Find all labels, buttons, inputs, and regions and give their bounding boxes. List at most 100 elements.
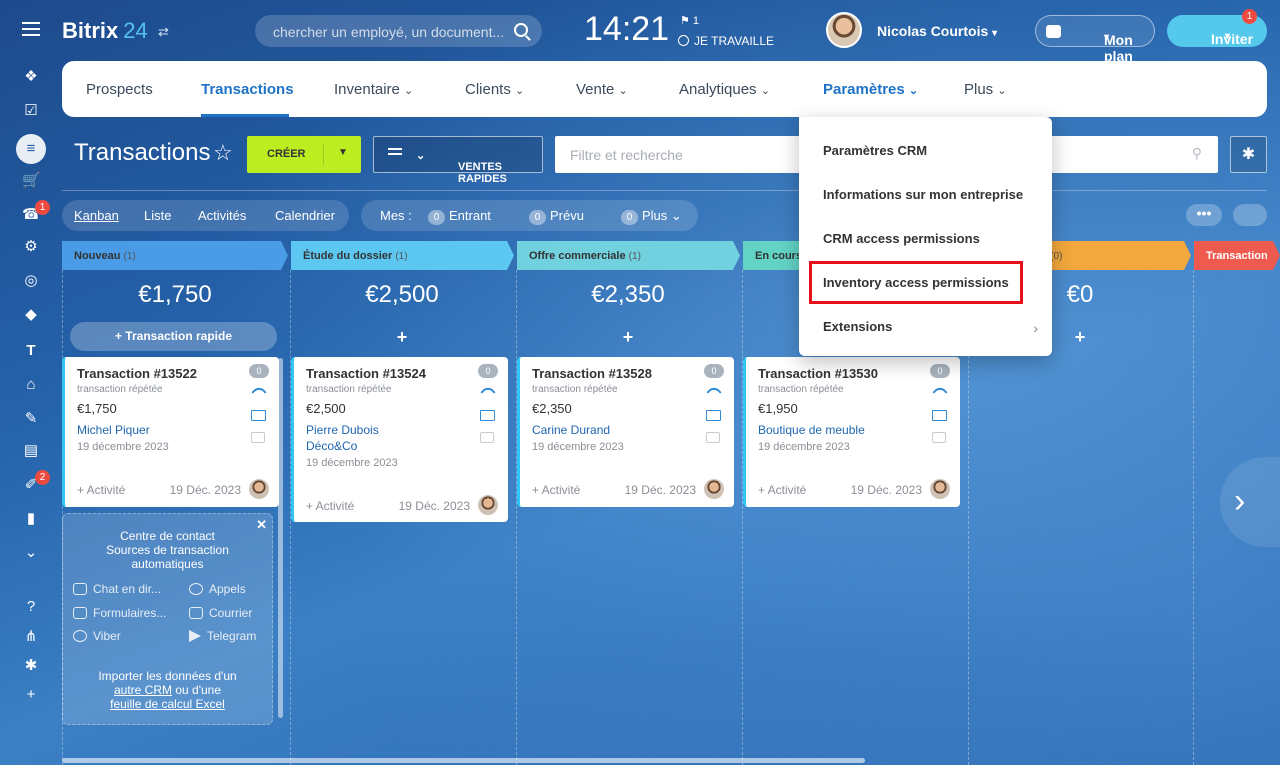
plan-button[interactable]: Mon plan ▾ xyxy=(1035,15,1155,64)
robot-icon[interactable]: ⚙ xyxy=(22,238,40,256)
deal-card[interactable]: Transaction #13528 transaction répétée €… xyxy=(517,357,734,507)
tab-transactions[interactable]: Transactions xyxy=(201,81,294,98)
phone-icon[interactable] xyxy=(931,384,949,402)
add-activity-link[interactable]: + Activité xyxy=(532,483,580,497)
deal-card[interactable]: Transaction #13522 transaction répétée €… xyxy=(62,357,279,507)
viber-channel[interactable]: Viber xyxy=(73,629,121,643)
card-title[interactable]: Transaction #13528 xyxy=(532,366,652,381)
mail-icon[interactable] xyxy=(706,410,721,421)
robot-icon[interactable] xyxy=(1233,204,1267,226)
add-icon[interactable]: + xyxy=(22,686,40,704)
chat-icon[interactable] xyxy=(706,432,720,443)
chevron-down-icon[interactable]: ▼ xyxy=(338,147,348,158)
cart-icon[interactable]: 🛒 xyxy=(22,172,41,190)
menu-item-crm-settings[interactable]: Paramètres CRM xyxy=(823,143,927,158)
create-button[interactable]: CRÉER ▼ xyxy=(247,136,361,173)
card-contact[interactable]: Carine Durand xyxy=(532,422,610,438)
box-icon[interactable]: ◆ xyxy=(22,306,40,324)
calls-channel[interactable]: Appels xyxy=(189,582,246,596)
mail-icon[interactable] xyxy=(480,410,495,421)
card-contact[interactable]: Boutique de meuble xyxy=(758,422,865,438)
more-icon[interactable]: ⌄ xyxy=(22,544,40,562)
tasks-icon[interactable]: ☑ xyxy=(22,102,40,120)
scroll-right-arrow-icon[interactable]: › xyxy=(1220,457,1280,547)
app-logo[interactable]: Bitrix 24 xyxy=(62,18,148,44)
menu-item-extensions[interactable]: Extensions xyxy=(823,319,892,334)
card-contact[interactable]: Michel Piquer xyxy=(77,422,150,438)
phone-icon[interactable] xyxy=(479,384,497,402)
menu-item-inventory-permissions[interactable]: Inventory access permissions xyxy=(823,275,1009,290)
add-activity-link[interactable]: + Activité xyxy=(77,483,125,497)
view-calendrier[interactable]: Calendrier xyxy=(275,208,335,223)
star-icon[interactable]: ☆ xyxy=(213,140,233,166)
tab-parametres[interactable]: Paramètres ⌄ xyxy=(799,61,941,117)
calendar-icon[interactable]: ▤ xyxy=(22,442,40,460)
telegram-channel[interactable]: Telegram xyxy=(189,629,256,643)
responsible-avatar[interactable] xyxy=(478,495,498,515)
tab-plus[interactable]: Plus ⌄ xyxy=(964,81,1007,98)
column-header-nouveau[interactable]: Nouveau (1) xyxy=(62,241,288,270)
card-title[interactable]: Transaction #13522 xyxy=(77,366,197,381)
counter-prevu[interactable]: 0 Prévu xyxy=(529,208,584,225)
phone-icon[interactable] xyxy=(705,384,723,402)
preset-filter-button[interactable]: VENTES RAPIDES ⌄ xyxy=(373,136,543,185)
user-menu[interactable]: Nicolas Courtois ▾ xyxy=(877,23,997,39)
counter-plus[interactable]: 0 Plus ⌄ xyxy=(621,208,682,225)
column-header-transaction[interactable]: Transaction xyxy=(1194,241,1280,270)
chat-icon[interactable] xyxy=(932,432,946,443)
responsible-avatar[interactable] xyxy=(704,479,724,499)
clock[interactable]: 14:21 xyxy=(584,10,669,49)
menu-item-company-info[interactable]: Informations sur mon entreprise xyxy=(823,187,1023,202)
sign-icon[interactable]: ✎ xyxy=(22,410,40,428)
mail-channel[interactable]: Courrier xyxy=(189,606,252,620)
help-icon[interactable]: ? xyxy=(22,598,40,616)
tab-clients[interactable]: Clients ⌄ xyxy=(465,81,524,98)
add-activity-link[interactable]: + Activité xyxy=(306,499,354,513)
phone-icon[interactable] xyxy=(250,384,268,402)
add-activity-link[interactable]: + Activité xyxy=(758,483,806,497)
responsible-avatar[interactable] xyxy=(249,479,269,499)
menu-item-crm-permissions[interactable]: CRM access permissions xyxy=(823,231,980,246)
forms-channel[interactable]: Formulaires... xyxy=(73,606,166,620)
analytics-icon[interactable]: ▮ xyxy=(22,510,40,528)
deal-card[interactable]: Transaction #13524 transaction répétée €… xyxy=(291,357,508,522)
activity-stream-icon[interactable]: ❖ xyxy=(22,68,40,86)
hamburger-menu-icon[interactable] xyxy=(22,22,40,36)
mail-icon[interactable] xyxy=(932,410,947,421)
excel-link[interactable]: feuille de calcul Excel xyxy=(110,697,225,711)
add-card-button[interactable]: + xyxy=(297,327,507,348)
card-title[interactable]: Transaction #13530 xyxy=(758,366,878,381)
tab-inventaire[interactable]: Inventaire ⌄ xyxy=(334,81,413,98)
more-options-icon[interactable]: ••• xyxy=(1186,204,1222,226)
text-icon[interactable]: T xyxy=(22,342,40,360)
deal-card[interactable]: Transaction #13530 transaction répétée €… xyxy=(743,357,960,507)
view-kanban[interactable]: Kanban xyxy=(74,208,119,223)
logo-settings-icon[interactable]: ⇄ xyxy=(158,24,169,40)
view-activites[interactable]: Activités xyxy=(198,208,246,223)
card-title[interactable]: Transaction #13524 xyxy=(306,366,426,381)
target-icon[interactable]: ◎ xyxy=(22,272,40,290)
mail-icon[interactable] xyxy=(251,410,266,421)
chat-icon[interactable] xyxy=(251,432,265,443)
flag-counter[interactable]: ⚑ 1 xyxy=(680,14,699,27)
user-avatar[interactable] xyxy=(826,12,862,48)
other-crm-link[interactable]: autre CRM xyxy=(114,683,172,697)
vertical-scrollbar[interactable] xyxy=(278,358,283,718)
gear-icon[interactable]: ✱ xyxy=(1230,136,1267,173)
bank-icon[interactable]: ⌂ xyxy=(22,376,40,394)
view-liste[interactable]: Liste xyxy=(144,208,171,223)
tab-vente[interactable]: Vente ⌄ xyxy=(576,81,628,98)
network-icon[interactable]: ⋔ xyxy=(22,628,40,646)
global-search[interactable]: chercher un employé, un document... xyxy=(255,15,542,47)
work-status[interactable]: JE TRAVAILLE xyxy=(678,34,774,48)
tab-prospects[interactable]: Prospects xyxy=(86,81,153,98)
settings-icon[interactable]: ✱ xyxy=(22,657,40,675)
chat-channel[interactable]: Chat en dir... xyxy=(73,582,161,596)
column-header-offre[interactable]: Offre commerciale (1) xyxy=(517,241,740,270)
crm-icon[interactable]: ≡ xyxy=(16,134,46,164)
add-card-button[interactable]: + xyxy=(523,327,733,348)
responsible-avatar[interactable] xyxy=(930,479,950,499)
card-contact[interactable]: Pierre Dubois Déco&Co xyxy=(306,422,379,454)
horizontal-scrollbar[interactable] xyxy=(62,758,865,763)
column-header-etude[interactable]: Étude du dossier (1) xyxy=(291,241,514,270)
